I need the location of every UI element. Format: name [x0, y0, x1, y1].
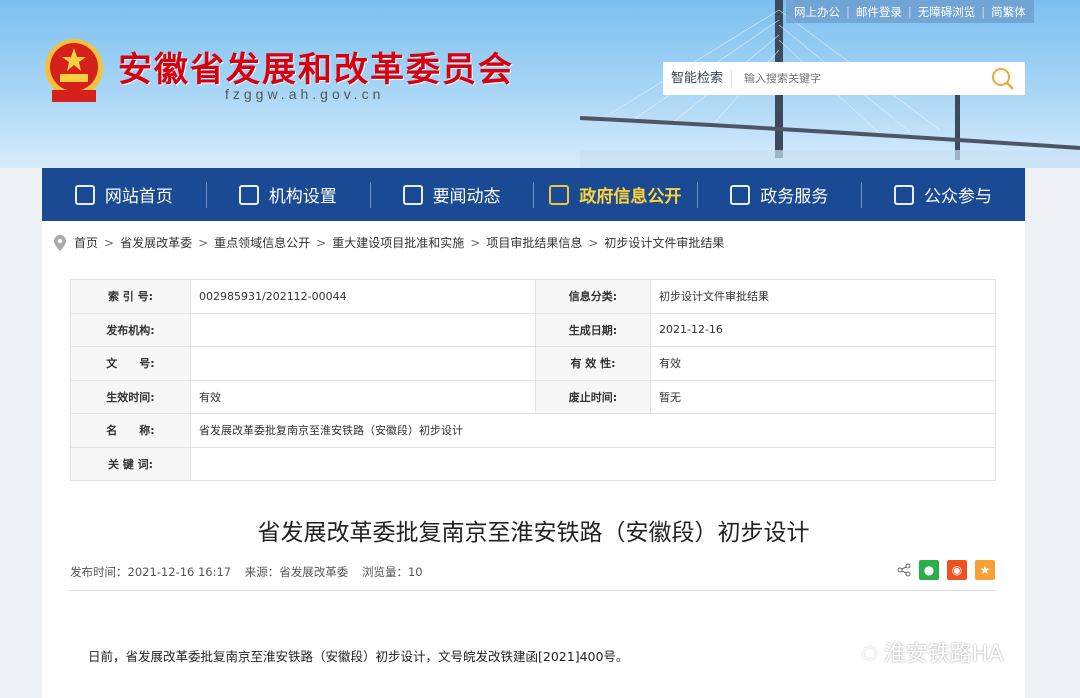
- top-link-accessibility[interactable]: 无障碍浏览: [918, 4, 976, 20]
- site-header: 安徽省发展和改革委员会 fzggw.ah.gov.cn 网上办公 | 邮件登录 | …: [0, 0, 1080, 168]
- wechat-share-icon[interactable]: ●: [919, 560, 939, 580]
- field-value: 初步设计文件审批结果: [650, 279, 996, 314]
- share-bar: ● ◉ ★: [897, 560, 995, 580]
- field-value: 省发展改革委批复南京至淮安铁路（安徽段）初步设计: [190, 413, 996, 448]
- article-body: 日前，省发展改革委批复南京至淮安铁路（安徽段）初步设计，文号皖发改铁建函[202…: [88, 649, 629, 664]
- view-count: 浏览量：10: [361, 565, 423, 579]
- nav-participation[interactable]: 公众参与: [861, 168, 1025, 221]
- top-link-mail[interactable]: 邮件登录: [856, 4, 902, 20]
- nav-label: 要闻动态: [432, 187, 501, 207]
- field-label: 索 引 号:: [70, 279, 191, 314]
- watermark: ◌ 淮安铁路HA: [862, 636, 1003, 668]
- field-value: [190, 346, 536, 381]
- favorite-star-icon[interactable]: ★: [975, 560, 995, 580]
- table-row: 发布机构: 生成日期: 2021-12-16: [70, 312, 996, 347]
- search-label: 智能检索: [663, 69, 733, 88]
- document-icon: [402, 184, 423, 205]
- nav-news[interactable]: 要闻动态: [369, 168, 534, 221]
- share-icon[interactable]: [897, 563, 911, 577]
- info-table: 索 引 号: 002985931/202112-00044 信息分类: 初步设计文件审…: [70, 279, 996, 481]
- field-value: 2021-12-16: [650, 312, 996, 347]
- article-title: 省发展改革委批复南京至淮安铁路（安徽段）初步设计: [257, 520, 810, 546]
- field-label: 生成日期:: [535, 312, 651, 347]
- weibo-share-icon[interactable]: ◉: [947, 560, 967, 580]
- field-label: 废止时间:: [535, 379, 651, 414]
- content-panel: 首页 > 省发展改革委 > 重点领域信息公开 > 重大建设项目批准和实施 > 项目审批结…: [42, 221, 1025, 698]
- breadcrumb-item[interactable]: 首页: [74, 234, 98, 251]
- search-box: 智能检索: [663, 62, 1025, 95]
- field-label: 信息分类:: [535, 279, 651, 314]
- table-row: 文 号: 有 效 性: 有效: [70, 346, 996, 381]
- monitor-icon: [730, 184, 751, 205]
- field-value: 暂无: [650, 379, 996, 414]
- search-input[interactable]: [732, 72, 973, 85]
- table-row: 索 引 号: 002985931/202112-00044 信息分类: 初步设计文件审…: [70, 279, 996, 314]
- field-label: 关 键 词:: [70, 446, 191, 481]
- breadcrumb-item[interactable]: 项目审批结果信息: [486, 234, 582, 251]
- publish-time: 发布时间：2021-12-16 16:17: [70, 565, 232, 579]
- field-value: [190, 446, 996, 481]
- checklist-icon: [549, 184, 570, 205]
- location-pin-icon: [54, 234, 66, 251]
- org-chart-icon: [238, 184, 259, 205]
- field-value: 002985931/202112-00044: [190, 279, 536, 314]
- breadcrumb-item[interactable]: 初步设计文件审批结果: [604, 234, 724, 251]
- national-emblem-icon: [45, 39, 103, 102]
- main-nav: 网站首页 机构设置 要闻动态 政府信息公开 政务服务 公众参与: [42, 168, 1025, 221]
- breadcrumb-item[interactable]: 省发展改革委: [120, 234, 192, 251]
- watermark-text: 淮安铁路HA: [883, 642, 1004, 667]
- wechat-logo-icon: ◌: [862, 641, 878, 663]
- nav-label: 政府信息公开: [579, 187, 682, 207]
- nav-label: 公众参与: [924, 187, 993, 207]
- nav-home[interactable]: 网站首页: [42, 168, 206, 221]
- site-title: 安徽省发展和改革委员会: [118, 50, 514, 90]
- search-icon[interactable]: [991, 67, 1015, 91]
- field-label: 生效时间:: [70, 379, 191, 414]
- people-icon: [894, 184, 915, 205]
- field-label: 有 效 性:: [535, 346, 651, 381]
- site-url: fzggw.ah.gov.cn: [225, 86, 385, 102]
- nav-gov-info[interactable]: 政府信息公开: [533, 168, 697, 221]
- nav-label: 网站首页: [104, 187, 173, 207]
- nav-label: 政务服务: [760, 187, 829, 207]
- top-link-language[interactable]: 简繁体: [991, 4, 1026, 20]
- top-link-office[interactable]: 网上办公: [794, 4, 840, 20]
- field-label: 发布机构:: [70, 312, 191, 347]
- nav-services[interactable]: 政务服务: [697, 168, 861, 221]
- home-icon: [74, 184, 95, 205]
- divider: [70, 590, 996, 591]
- breadcrumb-item[interactable]: 重点领域信息公开: [214, 234, 310, 251]
- breadcrumb-item[interactable]: 重大建设项目批准和实施: [332, 234, 464, 251]
- field-value: 有效: [650, 346, 996, 381]
- field-label: 文 号:: [70, 346, 191, 381]
- top-links: 网上办公 | 邮件登录 | 无障碍浏览 | 简繁体: [786, 0, 1034, 23]
- breadcrumb: 首页 > 省发展改革委 > 重点领域信息公开 > 重大建设项目批准和实施 > 项目审批结…: [54, 234, 724, 251]
- field-label: 名 称:: [70, 413, 191, 448]
- table-row: 关 键 词:: [70, 446, 996, 481]
- nav-organization[interactable]: 机构设置: [205, 168, 370, 221]
- table-row: 生效时间: 有效 废止时间: 暂无: [70, 379, 996, 414]
- source: 来源：省发展改革委: [244, 565, 349, 579]
- field-value: [190, 312, 536, 347]
- field-value: 有效: [190, 379, 536, 414]
- nav-label: 机构设置: [268, 187, 337, 207]
- article-meta: 发布时间：2021-12-16 16:17 来源：省发展改革委 浏览量：10: [70, 564, 433, 580]
- table-row: 名 称: 省发展改革委批复南京至淮安铁路（安徽段）初步设计: [70, 413, 996, 448]
